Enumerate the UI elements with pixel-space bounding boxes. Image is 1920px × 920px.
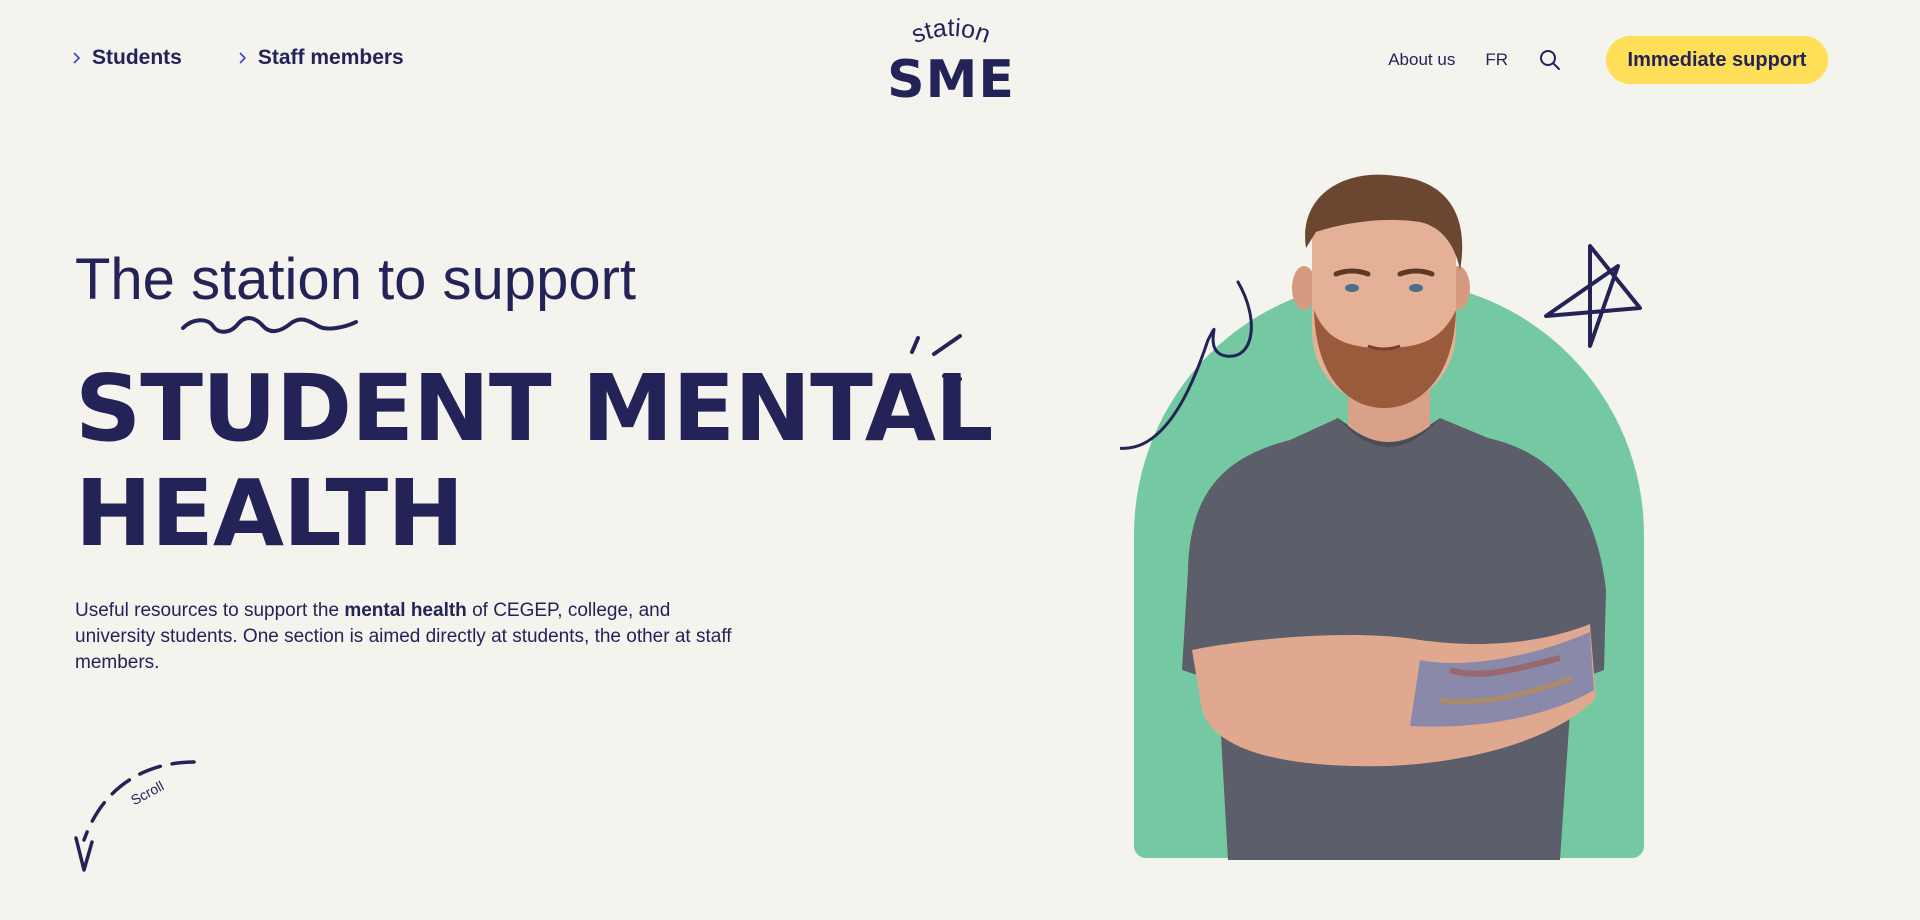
scroll-arrow-icon[interactable] [66,754,206,874]
nav-link-label: Students [92,46,182,69]
hero-lead-text: The station to support [75,248,636,312]
hero-lead-after: to support [361,247,637,312]
sparkle-doodle [910,334,962,381]
hero-lead-highlight: station [191,247,362,312]
nav-link-staff-members[interactable]: Staff members [238,46,404,70]
hero-visual [1120,170,1680,860]
nav-link-students[interactable]: Students [72,46,182,70]
utility-nav: About us FR Immediate support [1388,36,1828,84]
hero-title-line-1: STUDENT MENTAL [75,355,994,462]
hero-title-line-2: HEALTH [75,460,464,567]
hero-title: STUDENT MENTAL HEALTH [75,355,994,567]
language-toggle[interactable]: FR [1485,50,1508,70]
nav-link-label: Staff members [257,46,404,69]
logo-main-text: SME [887,50,1015,110]
about-us-link[interactable]: About us [1388,50,1455,70]
logo-arc-text: station [908,14,994,49]
immediate-support-button[interactable]: Immediate support [1606,36,1828,84]
hero-lead-before: The [75,247,192,312]
site-logo[interactable]: station SME [886,14,1016,106]
hero-description: Useful resources to support the mental h… [75,598,755,676]
chevron-right-icon [73,52,81,64]
hero-desc-bold: mental health [344,600,467,621]
primary-nav: Students Staff members [72,46,404,70]
squiggle-underline [181,316,358,334]
chevron-right-icon [239,52,246,64]
hero-desc-before: Useful resources to support the [75,600,345,621]
search-icon[interactable] [1538,48,1562,72]
hand-drawn-doodles [1120,244,1642,450]
svg-text:station: station [908,14,994,49]
